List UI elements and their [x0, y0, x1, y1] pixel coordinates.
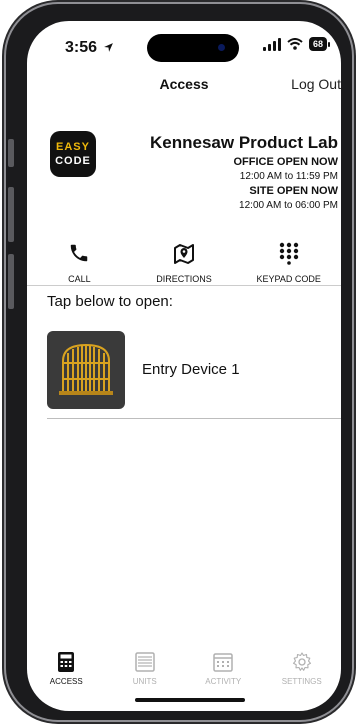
- storage-unit-icon: [135, 652, 155, 672]
- site-hours: 12:00 AM to 06:00 PM: [239, 200, 338, 211]
- tab-activity[interactable]: ACTIVITY: [184, 651, 263, 686]
- device-divider: [47, 418, 341, 419]
- office-hours: 12:00 AM to 11:59 PM: [239, 171, 338, 182]
- keypad-code-label: KEYPAD CODE: [256, 274, 321, 284]
- phone-frame: 3:56 68 Access Log Out EASY CODE Kennesa…: [6, 4, 352, 720]
- home-indicator: [135, 698, 245, 702]
- gear-icon: [292, 652, 311, 671]
- volume-up-button: [8, 187, 14, 242]
- directions-button[interactable]: DIRECTIONS: [132, 238, 237, 284]
- phone-icon: [71, 244, 88, 262]
- map-pin-icon: [174, 244, 194, 264]
- battery-icon: 68: [309, 37, 328, 51]
- device-name: Entry Device 1: [142, 361, 240, 378]
- tap-instruction: Tap below to open:: [47, 293, 173, 310]
- easy-code-logo: EASY CODE: [50, 131, 96, 177]
- gate-graphic: [59, 343, 113, 395]
- device-row[interactable]: Entry Device 1: [47, 331, 341, 421]
- location-arrow-icon: [104, 43, 114, 52]
- tab-access[interactable]: ACCESS: [27, 651, 106, 686]
- logout-button[interactable]: Log Out: [291, 76, 341, 92]
- mute-switch: [8, 139, 14, 167]
- keypad-code-button[interactable]: KEYPAD CODE: [236, 238, 341, 284]
- keypad-icon: [279, 242, 298, 265]
- tab-units[interactable]: UNITS: [106, 651, 185, 686]
- gate-icon[interactable]: [47, 331, 125, 409]
- wifi-icon: [287, 38, 303, 50]
- app-screen: 3:56 68 Access Log Out EASY CODE Kennesa…: [27, 21, 341, 711]
- site-status: SITE OPEN NOW: [249, 185, 338, 197]
- tab-bar: ACCESS UNITS ACTIVITY SETTINGS: [27, 651, 341, 686]
- volume-down-button: [8, 254, 14, 309]
- keypad-phone-icon: [58, 652, 75, 672]
- calendar-icon: [213, 653, 233, 672]
- dynamic-island: [147, 34, 239, 62]
- tab-settings[interactable]: SETTINGS: [263, 651, 342, 686]
- call-label: CALL: [68, 274, 91, 284]
- status-icons: 68: [263, 37, 331, 51]
- status-time: 3:56: [65, 39, 114, 57]
- signal-icon: [263, 37, 281, 51]
- site-info: Kennesaw Product Lab OFFICE OPEN NOW 12:…: [150, 133, 338, 211]
- action-bar: CALL DIRECTIONS KEYPAD CODE: [27, 238, 341, 284]
- office-status: OFFICE OPEN NOW: [233, 156, 339, 168]
- call-button[interactable]: CALL: [27, 238, 132, 284]
- site-name: Kennesaw Product Lab: [150, 133, 338, 152]
- divider: [27, 285, 341, 286]
- directions-label: DIRECTIONS: [156, 274, 212, 284]
- battery-tip: [328, 41, 331, 47]
